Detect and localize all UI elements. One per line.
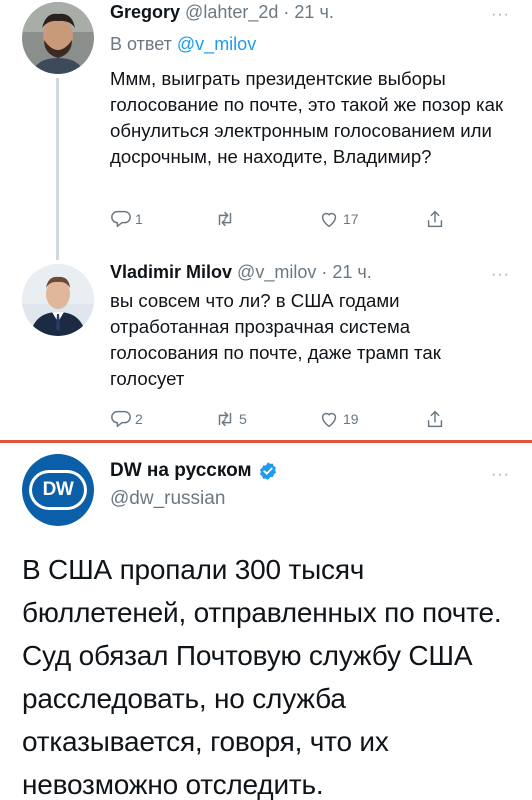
reply-count: 2: [135, 411, 143, 427]
more-options-icon[interactable]: ···: [491, 466, 510, 484]
thread-line: [56, 78, 59, 250]
tweet-gregory[interactable]: Gregory @lahter_2d · 21 ч. ··· В ответ @…: [0, 0, 532, 250]
tweet-text: В США пропали 300 тысяч бюллетеней, отпр…: [22, 554, 502, 800]
like-count: 19: [343, 411, 359, 427]
share-button[interactable]: [424, 208, 446, 230]
retweet-button[interactable]: [214, 208, 239, 230]
dw-logo-text: DW: [32, 473, 84, 507]
reply-to-line: В ответ @v_milov: [110, 34, 256, 55]
share-icon: [427, 410, 443, 428]
like-count: 17: [343, 211, 359, 227]
reply-button[interactable]: 2: [110, 408, 143, 430]
author-name-text[interactable]: DW на русском: [110, 460, 252, 482]
like-button[interactable]: 17: [318, 208, 359, 230]
reply-count: 1: [135, 211, 143, 227]
tweet-header: Vladimir Milov @v_milov · 21 ч.: [110, 262, 372, 283]
tweet-text: вы совсем что ли? в США годами отработан…: [110, 290, 441, 389]
reply-mention-link[interactable]: @v_milov: [177, 34, 256, 54]
retweet-icon: [218, 411, 232, 427]
tweet-actions: 1 17: [110, 208, 450, 232]
retweet-button[interactable]: 5: [214, 408, 247, 430]
author-handle[interactable]: @lahter_2d: [185, 2, 278, 22]
heart-icon: [321, 412, 337, 428]
reply-icon: [111, 410, 131, 428]
author-handle[interactable]: @dw_russian: [110, 488, 225, 510]
tweet-timestamp[interactable]: 21 ч.: [332, 262, 371, 282]
tweet-actions: 2 5 19: [110, 408, 450, 432]
like-button[interactable]: 19: [318, 408, 359, 430]
avatar-vladimir-milov[interactable]: [22, 264, 94, 336]
retweet-icon: [218, 211, 232, 227]
separator-dot: ·: [283, 2, 290, 22]
share-icon: [427, 210, 443, 228]
share-button[interactable]: [424, 408, 446, 430]
more-options-icon[interactable]: ···: [491, 266, 510, 284]
author-handle[interactable]: @v_milov: [237, 262, 316, 282]
thread-line-top: [56, 250, 59, 260]
verified-badge-icon: [259, 462, 276, 480]
author-name[interactable]: DW на русском: [110, 460, 278, 482]
author-name[interactable]: Vladimir Milov: [110, 262, 232, 282]
avatar-dw-russian[interactable]: DW: [22, 454, 94, 526]
reply-icon: [111, 210, 131, 228]
author-name[interactable]: Gregory: [110, 2, 180, 22]
more-options-icon[interactable]: ···: [491, 6, 510, 24]
reply-prefix: В ответ: [110, 34, 172, 54]
tweet-timestamp[interactable]: 21 ч.: [294, 2, 333, 22]
retweet-count: 5: [239, 411, 247, 427]
reply-button[interactable]: 1: [110, 208, 143, 230]
avatar-gregory[interactable]: [22, 2, 94, 74]
dw-logo: DW: [29, 470, 87, 510]
tweet-vladimir-milov[interactable]: Vladimir Milov @v_milov · 21 ч. ··· вы с…: [0, 250, 532, 440]
tweet-header: Gregory @lahter_2d · 21 ч.: [110, 2, 334, 23]
separator-dot: ·: [321, 262, 328, 282]
heart-icon: [321, 212, 337, 228]
tweet-text: Ммм, выиграть президентские выборы голос…: [110, 68, 504, 167]
